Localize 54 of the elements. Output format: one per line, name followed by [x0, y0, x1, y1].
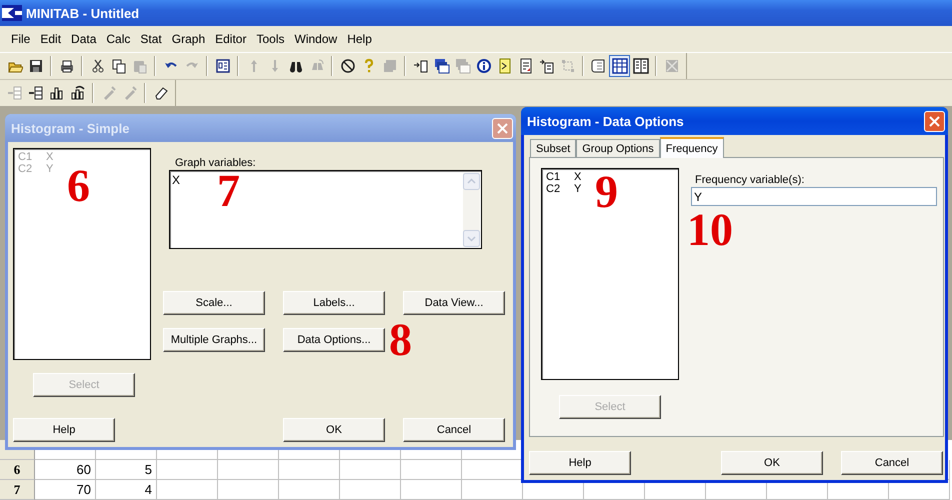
menu-item[interactable]: Window: [290, 30, 342, 48]
menu-item[interactable]: Graph: [166, 30, 210, 48]
grid-icon[interactable]: [609, 55, 630, 77]
menu-item[interactable]: Edit: [35, 30, 66, 48]
close-icon: [929, 116, 940, 126]
table-cell[interactable]: [401, 460, 462, 480]
close-button[interactable]: [924, 110, 945, 132]
column-name[interactable]: Y: [574, 183, 594, 195]
row-header[interactable]: 6: [0, 460, 35, 480]
tab[interactable]: Frequency: [660, 137, 724, 158]
annotation-number: 6: [67, 163, 90, 209]
frequency-variables-field[interactable]: Y: [691, 187, 937, 206]
table-cell[interactable]: 4: [96, 480, 157, 500]
table-cell[interactable]: [218, 480, 279, 500]
table-cell[interactable]: [157, 480, 218, 500]
annotation-number: 10: [687, 207, 733, 253]
row-header[interactable]: 7: [0, 480, 35, 500]
annotation-number: 8: [389, 317, 412, 363]
tab[interactable]: Subset: [530, 139, 576, 157]
column-id[interactable]: C1: [546, 171, 574, 183]
table-cell[interactable]: [279, 460, 340, 480]
scroll-down-icon[interactable]: [463, 230, 480, 247]
dialog-title: Histogram - Data Options: [527, 114, 684, 128]
table-cell[interactable]: [218, 460, 279, 480]
field-label: Frequency variable(s):: [695, 174, 806, 186]
column-name[interactable]: X: [574, 171, 594, 183]
close-icon: [497, 122, 508, 134]
menu-item[interactable]: Calc: [101, 30, 136, 48]
menu-item[interactable]: Tools: [251, 30, 290, 48]
menu-item[interactable]: Help: [342, 30, 377, 48]
dialog-button[interactable]: OK: [721, 451, 823, 475]
annotation-number: 7: [217, 168, 240, 214]
column-id[interactable]: C2: [546, 183, 574, 195]
table-cell[interactable]: [279, 480, 340, 500]
menu-item[interactable]: Stat: [135, 30, 167, 48]
table-cell[interactable]: [157, 460, 218, 480]
field-label: Graph variables:: [175, 157, 257, 169]
menu-item[interactable]: File: [6, 30, 36, 48]
dialog-button[interactable]: Cancel: [841, 451, 943, 475]
dialog-title: Histogram - Simple: [11, 120, 130, 136]
app-title: MINITAB - Untitled: [26, 6, 140, 20]
scroll-up-icon[interactable]: [463, 173, 480, 190]
table-cell[interactable]: 60: [35, 460, 96, 480]
menu-item[interactable]: Data: [66, 30, 102, 48]
table-cell[interactable]: [340, 480, 401, 500]
table-cell[interactable]: [401, 480, 462, 500]
menu-item[interactable]: Editor: [210, 30, 252, 48]
table-cell[interactable]: [340, 460, 401, 480]
table-cell[interactable]: 5: [96, 460, 157, 480]
tab[interactable]: Group Options: [576, 139, 660, 157]
app-icon: [2, 5, 22, 21]
table-cell[interactable]: 70: [35, 480, 96, 500]
annotation-number: 9: [595, 169, 618, 215]
dialog-button[interactable]: Help: [529, 451, 631, 475]
